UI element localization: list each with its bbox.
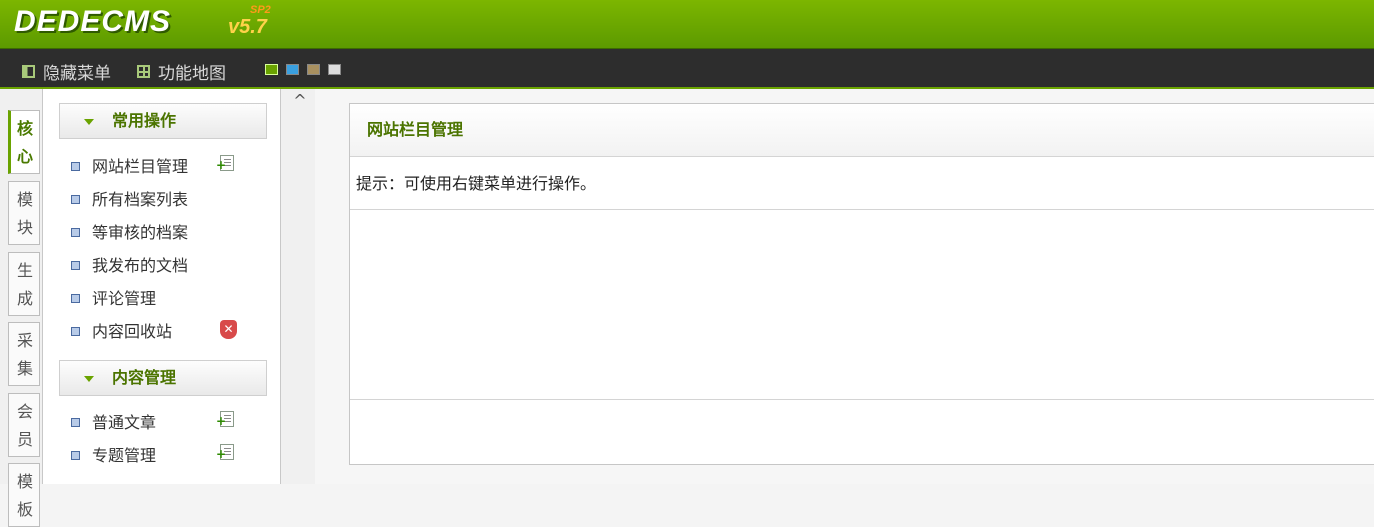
hide-menu-label: 隐藏菜单 <box>43 64 111 84</box>
hide-menu-button[interactable]: 隐藏菜单 <box>22 59 111 84</box>
grid-icon <box>137 65 150 78</box>
splitter-column <box>281 89 315 484</box>
bullet-icon <box>71 293 80 303</box>
menu-item-label: 评论管理 <box>92 289 157 308</box>
menu-item-article[interactable]: 普通文章 <box>71 408 156 434</box>
menu-item-my-documents[interactable]: 我发布的文档 <box>71 251 188 277</box>
function-map-button[interactable]: 功能地图 <box>137 59 226 84</box>
tab-generate[interactable]: 生成 <box>8 252 40 316</box>
logo: DEDECMS <box>14 5 172 38</box>
hide-menu-icon <box>22 65 35 78</box>
menu-item-label: 内容回收站 <box>92 322 173 341</box>
caret-down-icon <box>84 376 94 382</box>
tab-member[interactable]: 会员 <box>8 393 40 457</box>
menu-item-topic[interactable]: 专题管理 <box>71 441 156 467</box>
caret-down-icon <box>84 119 94 125</box>
bullet-icon <box>71 450 80 460</box>
bullet-icon <box>71 161 80 171</box>
bullet-icon <box>71 260 80 270</box>
clear-recycle-icon[interactable]: ✕ <box>220 320 237 339</box>
menu-item-recycle-bin[interactable]: 内容回收站 <box>71 317 172 343</box>
menu-item-label: 普通文章 <box>92 413 157 432</box>
menu-item-label: 等审核的档案 <box>92 223 189 242</box>
add-category-icon[interactable] <box>216 155 234 171</box>
menu-item-all-archives[interactable]: 所有档案列表 <box>71 185 188 211</box>
menu-item-label: 我发布的文档 <box>92 256 189 275</box>
header-bar: DEDECMS SP2 v5.7 <box>0 0 1374 49</box>
tab-module-label: 模块 <box>17 190 34 237</box>
menu-group-content[interactable]: 内容管理 <box>59 360 267 396</box>
menu-group-common-title: 常用操作 <box>112 111 177 130</box>
tab-template-label: 模板 <box>17 472 34 519</box>
bullet-icon <box>71 227 80 237</box>
menu-item-category-manage[interactable]: 网站栏目管理 <box>71 152 188 178</box>
tab-member-label: 会员 <box>17 402 34 449</box>
add-article-icon[interactable] <box>216 411 234 427</box>
tab-core-label: 核心 <box>17 119 34 166</box>
menu-item-label: 所有档案列表 <box>92 190 189 209</box>
category-tree-area[interactable] <box>350 210 1374 400</box>
bullet-icon <box>71 194 80 204</box>
menu-item-label: 专题管理 <box>92 446 157 465</box>
skin-green-swatch[interactable] <box>265 64 278 75</box>
tab-module[interactable]: 模块 <box>8 181 40 245</box>
collapse-up-icon[interactable]: ^ <box>291 89 309 111</box>
tab-generate-label: 生成 <box>17 261 34 308</box>
skin-gray-swatch[interactable] <box>328 64 341 75</box>
skin-brown-swatch[interactable] <box>307 64 320 75</box>
menu-item-comments[interactable]: 评论管理 <box>71 284 156 310</box>
skin-blue-swatch[interactable] <box>286 64 299 75</box>
page-title: 网站栏目管理 <box>350 104 1374 157</box>
bullet-icon <box>71 326 80 336</box>
menu-group-content-title: 内容管理 <box>112 368 177 387</box>
bullet-icon <box>71 417 80 427</box>
menu-item-pending-archives[interactable]: 等审核的档案 <box>71 218 188 244</box>
menu-item-label: 网站栏目管理 <box>92 157 189 176</box>
menu-group-common[interactable]: 常用操作 <box>59 103 267 139</box>
tab-collect[interactable]: 采集 <box>8 322 40 386</box>
tab-template[interactable]: 模板 <box>8 463 40 527</box>
content-panel: 网站栏目管理 提示：可使用右键菜单进行操作。 <box>349 103 1374 465</box>
function-map-label: 功能地图 <box>158 64 226 84</box>
add-topic-icon[interactable] <box>216 444 234 460</box>
version-label: v5.7 <box>228 16 267 38</box>
sp-badge: SP2 <box>250 4 271 16</box>
tip-text: 提示：可使用右键菜单进行操作。 <box>350 158 1374 210</box>
tab-collect-label: 采集 <box>17 331 34 378</box>
tab-core[interactable]: 核心 <box>8 110 40 174</box>
